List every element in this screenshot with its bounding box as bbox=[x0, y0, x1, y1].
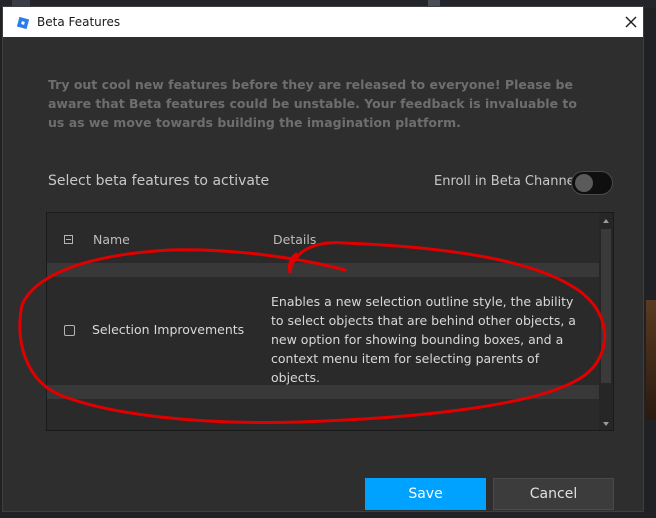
toggle-knob bbox=[575, 174, 593, 192]
studio-logo-icon bbox=[16, 15, 30, 30]
feature-name: Selection Improvements bbox=[92, 322, 245, 337]
cancel-button[interactable]: Cancel bbox=[493, 478, 614, 510]
dialog-titlebar[interactable]: Beta Features bbox=[3, 7, 643, 37]
enroll-beta-toggle[interactable] bbox=[571, 171, 613, 195]
beta-features-dialog: Beta Features Try out cool new features … bbox=[2, 6, 644, 512]
feature-checkbox[interactable] bbox=[64, 325, 75, 336]
beta-features-table: Name Details Selection Improvements Enab… bbox=[46, 212, 614, 431]
scroll-down-arrow-icon[interactable] bbox=[599, 416, 613, 430]
table-row-divider bbox=[47, 263, 599, 277]
table-header: Name Details bbox=[47, 213, 599, 263]
column-header-name[interactable]: Name bbox=[93, 232, 130, 247]
select-all-checkbox[interactable] bbox=[64, 235, 73, 244]
intro-text: Try out cool new features before they ar… bbox=[48, 77, 577, 130]
column-header-details[interactable]: Details bbox=[273, 232, 316, 247]
table-scrollbar[interactable] bbox=[599, 213, 613, 430]
background-status-bar bbox=[0, 512, 656, 518]
dialog-body: Try out cool new features before they ar… bbox=[3, 37, 643, 511]
background-viewport bbox=[646, 300, 656, 420]
close-icon[interactable] bbox=[621, 12, 641, 32]
enroll-beta-label: Enroll in Beta Channel bbox=[434, 174, 579, 189]
table-row[interactable]: Selection Improvements Enables a new sel… bbox=[47, 277, 599, 385]
scrollbar-thumb[interactable] bbox=[601, 229, 611, 383]
dialog-title: Beta Features bbox=[37, 15, 121, 29]
scroll-up-arrow-icon[interactable] bbox=[599, 213, 613, 227]
save-button[interactable]: Save bbox=[365, 478, 486, 510]
feature-details: Enables a new selection outline style, t… bbox=[271, 294, 576, 385]
section-label: Select beta features to activate bbox=[48, 173, 270, 189]
table-row-divider bbox=[47, 385, 599, 399]
